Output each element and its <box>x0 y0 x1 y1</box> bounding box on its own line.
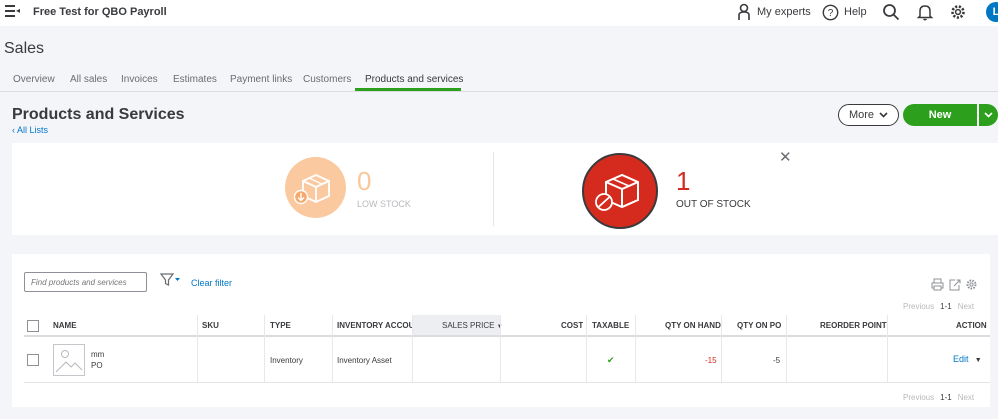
gear-icon[interactable] <box>949 3 967 21</box>
tab-estimates[interactable]: Estimates <box>173 74 217 85</box>
product-sub-name: PO <box>91 361 103 370</box>
question-circle-icon: ? <box>822 4 839 20</box>
select-all-checkbox[interactable] <box>27 320 39 332</box>
new-button[interactable]: New <box>903 104 977 126</box>
next-page-link[interactable]: Next <box>958 302 974 311</box>
column-header-name[interactable]: NAME <box>53 315 77 337</box>
qty-on-hand: -15 <box>705 356 717 365</box>
product-inventory-account: Inventory Asset <box>337 356 392 365</box>
top-bar: ◂ Free Test for QBO Payroll My experts ?… <box>0 0 998 26</box>
row-action: Edit ▼ <box>953 354 982 364</box>
my-experts-label: My experts <box>757 6 811 18</box>
sales-price-label: SALES PRICE <box>442 321 495 330</box>
sales-tabs: Overview All sales Invoices Estimates Pa… <box>0 70 998 92</box>
page-title: Products and Services <box>12 106 185 123</box>
filter-button[interactable] <box>159 273 182 292</box>
next-page-link[interactable]: Next <box>958 393 974 402</box>
export-icon[interactable] <box>948 278 961 291</box>
out-of-stock-count: 1 <box>676 166 691 196</box>
low-stock-label: LOW STOCK <box>357 199 411 209</box>
product-type: Inventory <box>270 356 303 365</box>
person-icon <box>738 3 750 20</box>
help-label: Help <box>844 6 867 18</box>
product-name: mm <box>91 350 105 359</box>
row-checkbox[interactable] <box>27 354 39 366</box>
image-icon <box>55 350 83 373</box>
pagination-top: Previous 1-1 Next <box>903 302 974 311</box>
tab-invoices[interactable]: Invoices <box>121 74 158 85</box>
divider <box>493 152 494 226</box>
avatar[interactable]: L <box>986 2 998 22</box>
chevron-left-icon: ‹ <box>12 125 15 135</box>
more-button[interactable]: More <box>838 104 899 126</box>
previous-page-link[interactable]: Previous <box>903 302 934 311</box>
table-tools <box>931 278 978 291</box>
more-label: More <box>848 109 875 121</box>
previous-page-link[interactable]: Previous <box>903 393 934 402</box>
column-header-inventory-account[interactable]: INVENTORY ACCOUN <box>337 315 412 337</box>
out-of-stock-label: OUT OF STOCK <box>676 199 751 210</box>
column-header-qty-on-hand[interactable]: QTY ON HAND <box>665 315 721 337</box>
tab-overview[interactable]: Overview <box>13 74 55 85</box>
caret-down-icon[interactable]: ▼ <box>975 357 982 364</box>
close-icon[interactable]: ✕ <box>779 148 792 166</box>
column-header-taxable[interactable]: TAXABLE <box>592 315 629 337</box>
stock-summary-panel <box>12 143 998 235</box>
low-stock-button[interactable] <box>285 157 346 218</box>
tab-payment-links[interactable]: Payment links <box>230 74 292 85</box>
column-header-sales-price[interactable]: SALES PRICE ▼ <box>442 315 503 337</box>
pagination-bottom: Previous 1-1 Next <box>903 393 974 402</box>
svg-text:?: ? <box>828 8 834 19</box>
chevron-down-icon <box>984 112 993 118</box>
settings-icon[interactable] <box>965 278 978 291</box>
low-stock-count: 0 <box>357 166 372 196</box>
tab-products-and-services[interactable]: Products and services <box>365 74 463 85</box>
qty-on-po: -5 <box>773 356 781 365</box>
table-row[interactable]: mm PO Inventory Inventory Asset ✔ -15 -5… <box>24 339 990 383</box>
menu-toggle-icon[interactable]: ◂ <box>5 5 20 17</box>
edit-link[interactable]: Edit <box>953 354 969 364</box>
taxable-check-icon: ✔ <box>607 355 615 365</box>
out-of-stock-button[interactable] <box>582 153 658 229</box>
company-name: Free Test for QBO Payroll <box>33 6 167 18</box>
help-button[interactable]: ? Help <box>822 2 867 22</box>
section-title: Sales <box>4 40 45 57</box>
active-tab-indicator <box>355 88 461 91</box>
my-experts-button[interactable]: My experts <box>737 2 811 22</box>
box-icon <box>595 173 639 211</box>
column-header-cost[interactable]: COST <box>561 315 583 337</box>
column-header-action: ACTION <box>956 321 987 330</box>
search-icon[interactable] <box>882 3 900 21</box>
print-icon[interactable] <box>931 278 944 291</box>
column-header-reorder-point[interactable]: REORDER POINT <box>820 315 887 337</box>
clear-filter-link[interactable]: Clear filter <box>191 278 232 288</box>
box-icon <box>293 174 330 205</box>
column-header-qty-on-po[interactable]: QTY ON PO <box>737 315 781 337</box>
page-range: 1-1 <box>940 302 952 311</box>
column-header-sku[interactable]: SKU <box>202 315 219 337</box>
page-range: 1-1 <box>940 393 952 402</box>
tab-customers[interactable]: Customers <box>303 74 351 85</box>
new-dropdown-button[interactable] <box>978 104 998 126</box>
column-header-type[interactable]: TYPE <box>270 315 291 337</box>
product-image-placeholder <box>53 344 85 376</box>
table-header: NAME SKU TYPE INVENTORY ACCOUN SALES PRI… <box>24 315 990 337</box>
tab-all-sales[interactable]: All sales <box>70 74 107 85</box>
chevron-down-icon <box>879 112 888 118</box>
bell-icon[interactable] <box>916 3 934 21</box>
search-input[interactable] <box>24 272 147 292</box>
all-lists-label: All Lists <box>17 125 49 135</box>
all-lists-link[interactable]: ‹ All Lists <box>12 125 48 135</box>
filter-icon <box>159 273 180 286</box>
